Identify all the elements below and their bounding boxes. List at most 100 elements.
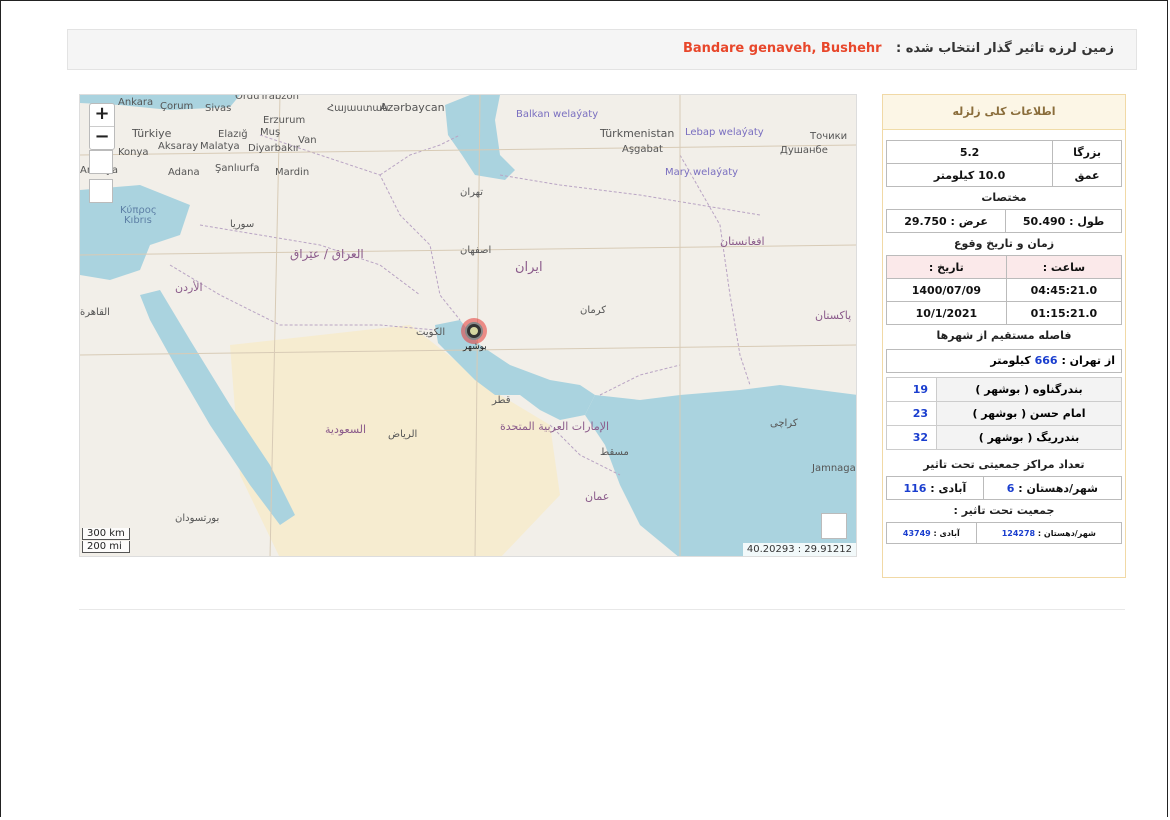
map-label-kibris: Kıbrıs [124,215,152,226]
coordinates-table: طول : 50.490 عرض : 29.750 [885,209,1122,233]
table-row: بندرگناوه ( بوشهر ) 19 [886,377,1122,402]
map-label-tehran: تهران [460,187,484,198]
time-utc: 01:15:21.0 [1005,301,1123,325]
time-date-table: ساعت : تاریخ : 04:45:21.0 1400/07/09 01:… [886,255,1123,325]
map-label-mus: Muş [260,127,281,138]
village-count-label: آبادی : [930,481,967,495]
population-centers-title: تعداد مراکز جمعیتی تحت تاثیر [923,458,1085,471]
city-name: بندرریگ ( بوشهر ) [936,425,1122,450]
map-label-tojikiston: Точики [810,131,848,142]
map-label-iran: ایران [515,260,543,275]
map-label-kerman: کرمان [580,305,607,316]
date-utc: 10/1/2021 [886,301,1007,325]
map-label-turkiye: Türkiye [132,127,172,140]
map-label-kuwait: الكويت [416,327,446,338]
map-label-sivas: Sivas [205,103,232,114]
table-row: بندرریگ ( بوشهر ) 32 [886,425,1122,450]
magnitude-depth-table: بزرگا 5.2 عمق 10.0 کیلومتر [885,140,1122,187]
city-distance: 19 [886,377,937,402]
map-label-iraq: العراق / عێراق [290,247,364,261]
tehran-distance: از تهران : 666 کیلومتر [886,349,1122,373]
map-label-aksaray: Aksaray [158,141,199,152]
map-label-azerbaijan: Azərbaycan [380,101,445,114]
distance-title: فاصله مستقیم از شهرها [936,329,1072,342]
map-label-qatar: قطر [492,395,511,406]
map-label-corum: Çorum [160,101,194,112]
panel-title: اطلاعات کلی زلزله [883,95,1125,130]
selected-earthquake-bar: زمین لرزه تاثیر گذار انتخاب شده : Bandar… [67,29,1137,70]
pop-village-label: آبادی : [933,528,960,538]
selected-earthquake-label: زمین لرزه تاثیر گذار انتخاب شده : [896,41,1114,56]
pop-city-value: 124278 [1001,528,1036,538]
magnitude-value: 5.2 [885,140,1054,164]
city-count-cell: شهر/دهستان : 6 [982,476,1123,500]
pop-city-label: شهر/دهستان : [1037,528,1096,538]
map-layer-toggle-button[interactable] [89,150,113,174]
zoom-in-button[interactable]: + [90,104,114,126]
map-label-mardin: Mardin [275,167,310,178]
tehran-unit: کیلومتر [990,354,1031,367]
map-label-saudi: السعودية [325,423,367,436]
city-count-value: 6 [1006,481,1015,495]
map-label-turkmenistan: Türkmenistan [600,127,675,140]
map-label-adana: Adana [168,167,200,178]
map-label-ashgabat: Aşgabat [622,144,663,155]
time-header: ساعت : [1005,255,1123,279]
scale-mi: 200 mi [82,541,130,553]
map-extra-control-button[interactable] [89,179,113,203]
map-label-malatya: Malatya [200,141,240,152]
city-name: امام حسن ( بوشهر ) [936,401,1122,426]
time-date-title: زمان و تاریخ وقوع [953,237,1055,250]
magnitude-label: بزرگا [1052,140,1122,164]
map-label-oman: عمان [585,490,610,503]
nearby-cities-table: بندرگناوه ( بوشهر ) 19 امام حسن ( بوشهر … [886,377,1122,450]
map-scale: 300 km 200 mi [82,528,130,554]
map-label-konya: Konya [118,147,149,158]
scale-km: 300 km [82,528,130,540]
tehran-distance-value: 666 [1034,354,1058,367]
earthquake-info-panel: اطلاعات کلی زلزله بزرگا 5.2 عمق 10.0 کیل… [882,94,1126,578]
date-local: 1400/07/09 [886,278,1007,302]
map-label-muscat: مسقط [600,447,629,458]
map-label-dushanbe: Душанбе [780,145,828,156]
pop-village-value: 43749 [902,528,931,538]
map-label-jamnagar: Jamnagar [812,463,857,474]
selected-earthquake-location[interactable]: Bandare genaveh, Bushehr [683,41,882,56]
time-local: 04:45:21.0 [1005,278,1123,302]
map-fullscreen-button[interactable] [821,513,847,539]
city-distance: 23 [886,401,937,426]
map-label-elazig: Elazığ [218,129,248,140]
depth-value: 10.0 کیلومتر [885,163,1054,187]
zoom-out-button[interactable]: − [90,126,114,149]
map-label-ankara: Ankara [118,97,154,108]
map-label-pakistan: پاکستان [815,309,852,322]
map-basemap [80,95,856,556]
map-label-ordu: Ordu [235,94,260,102]
map-label-suria: سوريا [230,219,255,230]
map-label-lebap: Lebap welaýaty [685,127,764,138]
depth-label: عمق [1052,163,1122,187]
map-label-uae: الإمارات العربية المتحدة [500,420,610,433]
map-label-balkan: Balkan welaýaty [516,109,599,120]
map-label-erzurum: Erzurum [263,115,306,126]
map-label-afghanistan: افغانستان [720,235,765,248]
map-label-armenia: Հայաստան [327,103,389,114]
city-name: بندرگناوه ( بوشهر ) [936,377,1122,402]
map-label-mary: Mary welaýaty [665,167,739,178]
longitude-value: طول : 50.490 [1005,209,1122,233]
table-row: امام حسن ( بوشهر ) 23 [886,401,1122,426]
affected-population-title: جمعیت تحت تاثیر : [953,504,1055,517]
zoom-control: + − [89,103,115,150]
tehran-prefix: از تهران : [1061,354,1115,367]
earthquake-map[interactable]: Ankara Çorum Sivas Ordu Trabzon Erzurum … [79,94,857,557]
map-label-jordan: الأردن [175,281,203,294]
date-header: تاریخ : [886,255,1007,279]
city-count-label: شهر/دهستان : [1018,481,1098,495]
map-label-riyadh: الرياض [388,429,418,440]
pop-city-cell: شهر/دهستان : 124278 [975,522,1123,544]
map-label-bushehr: بوشهر [463,342,487,352]
village-count-cell: آبادی : 116 [886,476,984,500]
map-label-diyarbakir: Diyarbakır [248,143,300,154]
city-distance: 32 [886,425,937,450]
map-label-sanliurfa: Şanlıurfa [215,163,260,174]
